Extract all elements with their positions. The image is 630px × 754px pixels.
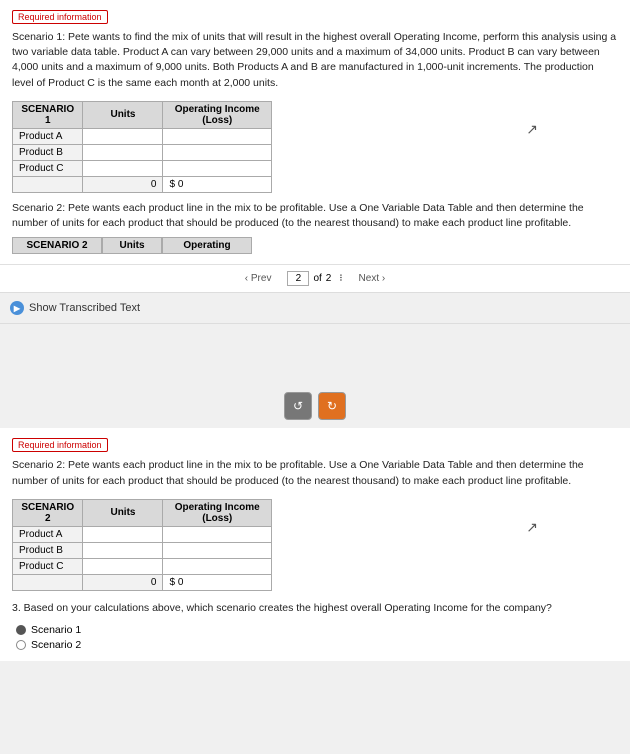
table-row: Product B: [13, 542, 272, 558]
prev-arrow: ‹: [245, 273, 248, 284]
product-b-income-1[interactable]: [163, 144, 272, 160]
table2-header-units: Units: [83, 499, 163, 526]
navigation-bar: ‹ Prev of 2 ⁝ Next ›: [0, 264, 630, 292]
partial-col3: Operating: [162, 237, 252, 254]
total-income-val-1: 0: [178, 179, 184, 190]
partial-col2: Units: [102, 237, 162, 254]
product-c-label-1: Product C: [13, 160, 83, 176]
table-row-total: 0 $ 0: [13, 176, 272, 192]
redo-icon: ↻: [327, 399, 337, 413]
show-transcribed-section[interactable]: ▶ Show Transcribed Text: [0, 292, 630, 324]
scenario2-table: SCENARIO 2 Units Operating Income (Loss)…: [12, 499, 272, 591]
prev-button[interactable]: ‹ Prev: [239, 271, 278, 286]
required-badge-2: Required information: [12, 438, 108, 452]
scenario1-table: SCENARIO 1 Units Operating Income (Loss)…: [12, 101, 272, 193]
total-label-empty-2: [13, 574, 83, 590]
product-a-label-1: Product A: [13, 128, 83, 144]
total-units-1: 0: [83, 176, 163, 192]
radio-circle-scenario1: [16, 625, 26, 635]
scenario2-description-full: Scenario 2: Pete wants each product line…: [12, 458, 618, 488]
product-c-units-1[interactable]: [83, 160, 163, 176]
table-row: Product C: [13, 160, 272, 176]
cursor-arrow-2: ↗: [526, 519, 538, 536]
scenario1-description: Scenario 1: Pete wants to find the mix o…: [12, 30, 618, 91]
product-a-label-2: Product A: [13, 526, 83, 542]
product-a-income-2[interactable]: [163, 526, 272, 542]
partial-col1: SCENARIO 2: [12, 237, 102, 254]
prev-label: Prev: [251, 273, 272, 284]
grid-icon[interactable]: ⁝: [339, 273, 342, 284]
page-total: 2: [326, 273, 332, 284]
total-income-val-2: 0: [178, 577, 184, 588]
next-arrow: ›: [382, 273, 385, 284]
radio-item-scenario1[interactable]: Scenario 1: [16, 624, 618, 636]
page-current-input[interactable]: [287, 271, 309, 286]
table-row-total-2: 0 $ 0: [13, 574, 272, 590]
scenario2-partial-header: SCENARIO 2 Units Operating: [12, 237, 618, 254]
required-badge-1: Required information: [12, 10, 108, 24]
page-info: of 2 ⁝: [287, 271, 342, 286]
product-b-income-2[interactable]: [163, 542, 272, 558]
table-row: Product C: [13, 558, 272, 574]
undo-icon: ↺: [293, 399, 303, 413]
table2-header-scenario: SCENARIO 2: [13, 499, 83, 526]
redo-button[interactable]: ↻: [318, 392, 346, 420]
radio-circle-scenario2: [16, 640, 26, 650]
total-income-cell-2: $ 0: [163, 574, 272, 590]
product-a-units-1[interactable]: [83, 128, 163, 144]
cursor-arrow-1: ↗: [526, 121, 538, 138]
table1-header-income: Operating Income (Loss): [163, 101, 272, 128]
product-b-label-2: Product B: [13, 542, 83, 558]
radio-label-scenario2: Scenario 2: [31, 639, 81, 651]
undo-button[interactable]: ↺: [284, 392, 312, 420]
table1-header-scenario: SCENARIO 1: [13, 101, 83, 128]
toolbar-area: ↺ ↻: [0, 384, 630, 428]
total-label-empty: [13, 176, 83, 192]
product-a-income-1[interactable]: [163, 128, 272, 144]
product-a-units-2[interactable]: [83, 526, 163, 542]
product-b-units-2[interactable]: [83, 542, 163, 558]
total-income-cell-1: $ 0: [163, 176, 272, 192]
page1-section: Required information Scenario 1: Pete wa…: [0, 0, 630, 264]
page-of-label: of: [313, 273, 321, 284]
dollar-sign-1: $: [169, 179, 175, 190]
product-b-units-1[interactable]: [83, 144, 163, 160]
radio-item-scenario2[interactable]: Scenario 2: [16, 639, 618, 651]
product-c-label-2: Product C: [13, 558, 83, 574]
question3-text: 3. Based on your calculations above, whi…: [12, 601, 618, 616]
radio-label-scenario1: Scenario 1: [31, 624, 81, 636]
scenario-radio-group: Scenario 1 Scenario 2: [12, 624, 618, 651]
total-units-2: 0: [83, 574, 163, 590]
scenario2-description-preview: Scenario 2: Pete wants each product line…: [12, 201, 618, 231]
table1-header-units: Units: [83, 101, 163, 128]
dollar-sign-2: $: [169, 577, 175, 588]
table2-header-income: Operating Income (Loss): [163, 499, 272, 526]
page2-section: Required information Scenario 2: Pete wa…: [0, 428, 630, 661]
product-c-income-1[interactable]: [163, 160, 272, 176]
transcribed-icon: ▶: [10, 301, 24, 315]
table-row: Product B: [13, 144, 272, 160]
product-c-units-2[interactable]: [83, 558, 163, 574]
next-button[interactable]: Next ›: [353, 271, 392, 286]
table-row: Product A: [13, 526, 272, 542]
next-label: Next: [359, 273, 380, 284]
show-transcribed-label: Show Transcribed Text: [29, 302, 140, 314]
table-row: Product A: [13, 128, 272, 144]
spacer: [0, 324, 630, 384]
product-b-label-1: Product B: [13, 144, 83, 160]
product-c-income-2[interactable]: [163, 558, 272, 574]
